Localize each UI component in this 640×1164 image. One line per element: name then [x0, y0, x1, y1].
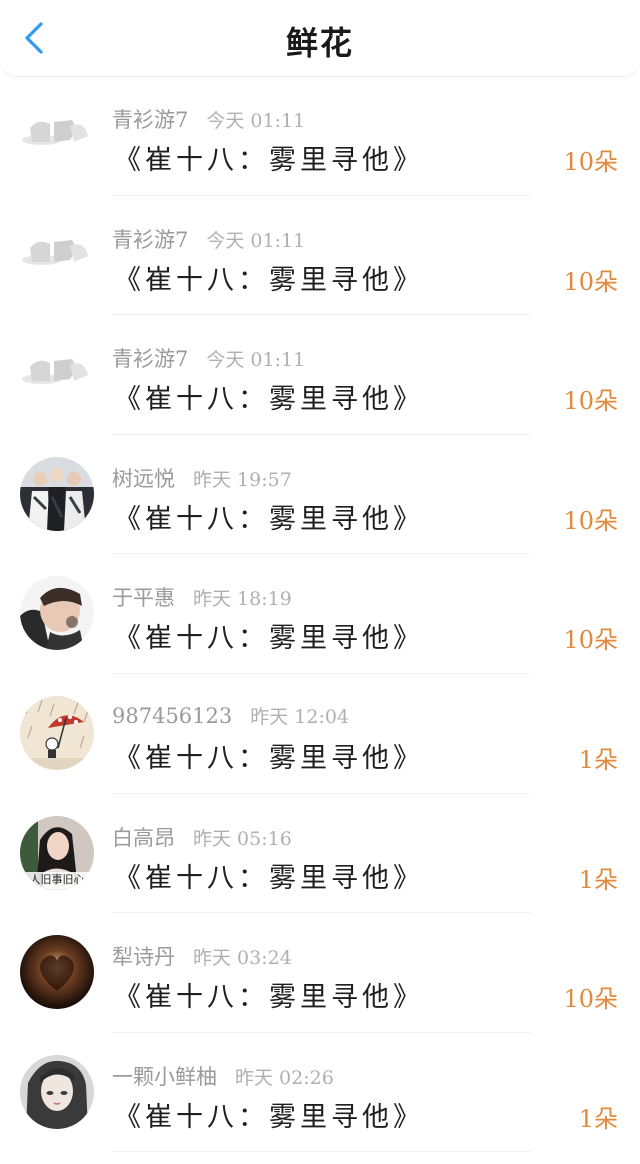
top-bar: 鲜花	[0, 0, 640, 77]
avatar[interactable]	[20, 337, 94, 412]
avatar[interactable]: 人旧事旧心	[20, 815, 94, 890]
book-title[interactable]: 《崔十八：雾里寻他》	[114, 1095, 424, 1135]
timestamp: 今天 01:11	[206, 349, 306, 372]
timestamp: 昨天 05:16	[193, 827, 292, 850]
timestamp: 昨天 19:57	[193, 468, 292, 491]
list-item[interactable]: 青衫游7 今天 01:11 《崔十八：雾里寻他》 10朵	[0, 315, 640, 435]
list-item[interactable]: 青衫游7 今天 01:11 《崔十八：雾里寻他》 10朵	[0, 196, 640, 316]
username[interactable]: 青衫游7	[112, 347, 188, 371]
item-meta: 青衫游7 今天 01:11	[112, 224, 305, 254]
page-title: 鲜花	[285, 24, 354, 62]
flower-count: 10朵	[563, 506, 618, 535]
username[interactable]: 青衫游7	[112, 228, 188, 252]
avatar[interactable]	[20, 576, 94, 651]
timestamp: 今天 01:11	[206, 229, 306, 252]
flower-count: 10朵	[563, 985, 618, 1014]
avatar-dark-heart-icon	[20, 935, 94, 1010]
timestamp: 昨天 12:04	[250, 705, 350, 728]
avatar-logo-placeholder-icon	[20, 337, 94, 412]
username[interactable]: 树远悦	[112, 467, 175, 491]
timestamp: 今天 01:11	[206, 110, 306, 132]
item-meta: 987456123 昨天 12:04	[112, 702, 349, 732]
avatar[interactable]	[20, 1054, 94, 1129]
username[interactable]: 987456123	[112, 704, 232, 728]
item-meta: 白高昂 昨天 05:16	[112, 822, 292, 852]
avatar-caption: 人旧事旧心	[29, 872, 85, 886]
avatar-group-photo-icon	[20, 456, 94, 531]
book-title[interactable]: 《崔十八：雾里寻他》	[114, 736, 424, 776]
avatar[interactable]	[20, 217, 94, 292]
avatar-anime-girl-icon	[20, 1054, 94, 1129]
flower-gift-list: 青衫游7 今天 01:11 《崔十八：雾里寻他》 10朵 青衫游7 今天 01:11…	[0, 76, 640, 1153]
divider	[112, 1151, 530, 1153]
item-meta: 青衫游7 今天 01:11	[112, 104, 305, 134]
item-meta: 青衫游7 今天 01:11	[112, 343, 305, 373]
book-title[interactable]: 《崔十八：雾里寻他》	[114, 616, 424, 656]
list-item[interactable]: 青衫游7 今天 01:11 《崔十八：雾里寻他》 10朵	[0, 76, 640, 196]
book-title[interactable]: 《崔十八：雾里寻他》	[114, 497, 424, 537]
book-title[interactable]: 《崔十八：雾里寻他》	[114, 138, 424, 178]
username[interactable]: 白高昂	[112, 826, 175, 850]
flower-count: 10朵	[563, 148, 618, 176]
book-title[interactable]: 《崔十八：雾里寻他》	[114, 377, 424, 417]
list-item[interactable]: 于平惠 昨天 18:19 《崔十八：雾里寻他》 10朵	[0, 554, 640, 674]
username[interactable]: 于平惠	[112, 586, 175, 610]
flower-count: 10朵	[563, 387, 618, 416]
timestamp: 昨天 02:26	[235, 1066, 334, 1089]
item-meta: 树远悦 昨天 19:57	[112, 463, 292, 493]
avatar-umbrella-drawing-icon	[20, 695, 94, 770]
timestamp: 昨天 18:19	[193, 588, 292, 611]
avatar[interactable]	[20, 935, 94, 1010]
avatar[interactable]	[20, 695, 94, 770]
item-meta: 犁诗丹 昨天 03:24	[112, 941, 292, 971]
flower-count: 10朵	[563, 267, 618, 296]
list-item[interactable]: 一颗小鲜柚 昨天 02:26 《崔十八：雾里寻他》 1朵	[0, 1033, 640, 1153]
list-item[interactable]: 树远悦 昨天 19:57 《崔十八：雾里寻他》 10朵	[0, 435, 640, 555]
flower-count: 1朵	[578, 1104, 618, 1133]
item-meta: 于平惠 昨天 18:19	[112, 582, 292, 612]
book-title[interactable]: 《崔十八：雾里寻他》	[114, 856, 424, 896]
avatar-portrait-icon	[20, 576, 94, 651]
flower-count: 1朵	[578, 745, 618, 774]
book-title[interactable]: 《崔十八：雾里寻他》	[114, 975, 424, 1015]
item-meta: 一颗小鲜柚 昨天 02:26	[112, 1061, 334, 1091]
username[interactable]: 青衫游7	[112, 108, 188, 132]
avatar-logo-placeholder-icon	[20, 98, 94, 172]
avatar[interactable]	[20, 98, 94, 172]
avatar-logo-placeholder-icon	[20, 217, 94, 292]
flower-count: 1朵	[578, 865, 618, 894]
list-item[interactable]: 犁诗丹 昨天 03:24 《崔十八：雾里寻他》 10朵	[0, 913, 640, 1033]
flower-count: 10朵	[563, 626, 618, 655]
list-item[interactable]: 987456123 昨天 12:04 《崔十八：雾里寻他》 1朵	[0, 674, 640, 794]
avatar[interactable]	[20, 456, 94, 531]
username[interactable]: 犁诗丹	[112, 945, 175, 969]
username[interactable]: 一颗小鲜柚	[112, 1065, 217, 1089]
timestamp: 昨天 03:24	[193, 947, 292, 970]
list-item[interactable]: 人旧事旧心 白高昂 昨天 05:16 《崔十八：雾里寻他》 1朵	[0, 794, 640, 914]
book-title[interactable]: 《崔十八：雾里寻他》	[114, 258, 424, 298]
